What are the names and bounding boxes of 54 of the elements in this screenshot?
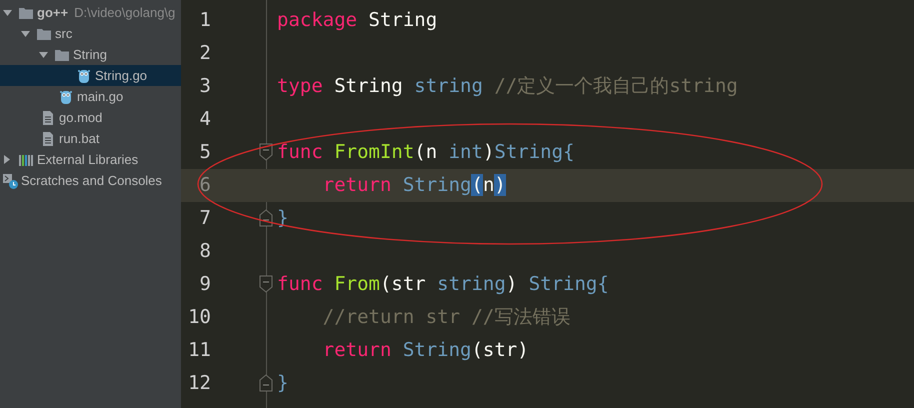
folder-icon <box>36 26 52 40</box>
tree-item[interactable]: run.bat <box>0 128 181 149</box>
fold-marker-icon[interactable] <box>259 275 273 293</box>
line-number: 7 <box>198 206 211 232</box>
tree-item[interactable]: External Libraries <box>0 149 181 170</box>
code-line: } <box>277 371 288 396</box>
text-file-icon <box>40 110 56 126</box>
code-line: type String string //定义一个我自己的string <box>277 74 738 100</box>
expanded-arrow-icon <box>20 28 31 39</box>
tree-item[interactable]: Scratches and Consoles <box>0 170 181 191</box>
tree-item[interactable]: src <box>0 23 181 44</box>
fold-marker-icon[interactable] <box>259 209 273 227</box>
gopher-file-icon <box>58 88 74 104</box>
tree-item[interactable]: go.mod <box>0 107 181 128</box>
tree-label: String.go <box>95 66 148 85</box>
code-line: return String(n) <box>322 173 506 198</box>
line-number: 2 <box>198 41 211 66</box>
folder-icon <box>18 6 34 20</box>
code-line: //return str //写法错误 <box>322 305 570 330</box>
code-line: package String <box>277 8 438 34</box>
line-number: 4 <box>198 107 211 132</box>
line-number: 8 <box>198 239 211 264</box>
code-line: func From(str string) String{ <box>277 272 609 298</box>
expanded-arrow-icon <box>2 7 13 18</box>
tree-item[interactable]: String <box>0 44 181 65</box>
code-line: return String(str) <box>322 338 529 364</box>
line-number: 12 <box>187 371 211 396</box>
tree-label: run.bat <box>59 130 100 148</box>
expanded-arrow-icon <box>38 49 49 60</box>
line-number: 5 <box>198 140 211 166</box>
code-line: } <box>277 206 288 232</box>
tree-item[interactable]: String.go <box>0 65 181 86</box>
tree-item[interactable]: main.go <box>0 86 181 107</box>
tree-label: src <box>55 24 72 43</box>
code-line: func FromInt(n int)String{ <box>277 140 574 166</box>
line-number: 3 <box>198 74 211 100</box>
line-number: 9 <box>198 272 211 298</box>
gopher-file-icon <box>76 68 92 84</box>
fold-marker-icon[interactable] <box>259 374 273 392</box>
line-number: 11 <box>187 338 211 364</box>
tree-label: go++ <box>37 4 68 22</box>
line-number: 10 <box>187 305 211 330</box>
tree-label: String <box>73 46 107 64</box>
tree-label: go.mod <box>59 108 102 127</box>
line-number: 6 <box>198 173 211 198</box>
tree-label: Scratches and Consoles <box>21 172 162 190</box>
tree-item[interactable]: go++ D:\video\golang\g <box>0 2 181 23</box>
tree-label: main.go <box>77 88 124 106</box>
folder-icon <box>54 48 70 62</box>
text-file-icon <box>40 130 56 146</box>
line-number: 1 <box>198 8 211 34</box>
tree-label: External Libraries <box>37 150 138 169</box>
fold-marker-icon[interactable] <box>259 143 273 161</box>
project-path: D:\video\golang\g <box>74 4 176 22</box>
